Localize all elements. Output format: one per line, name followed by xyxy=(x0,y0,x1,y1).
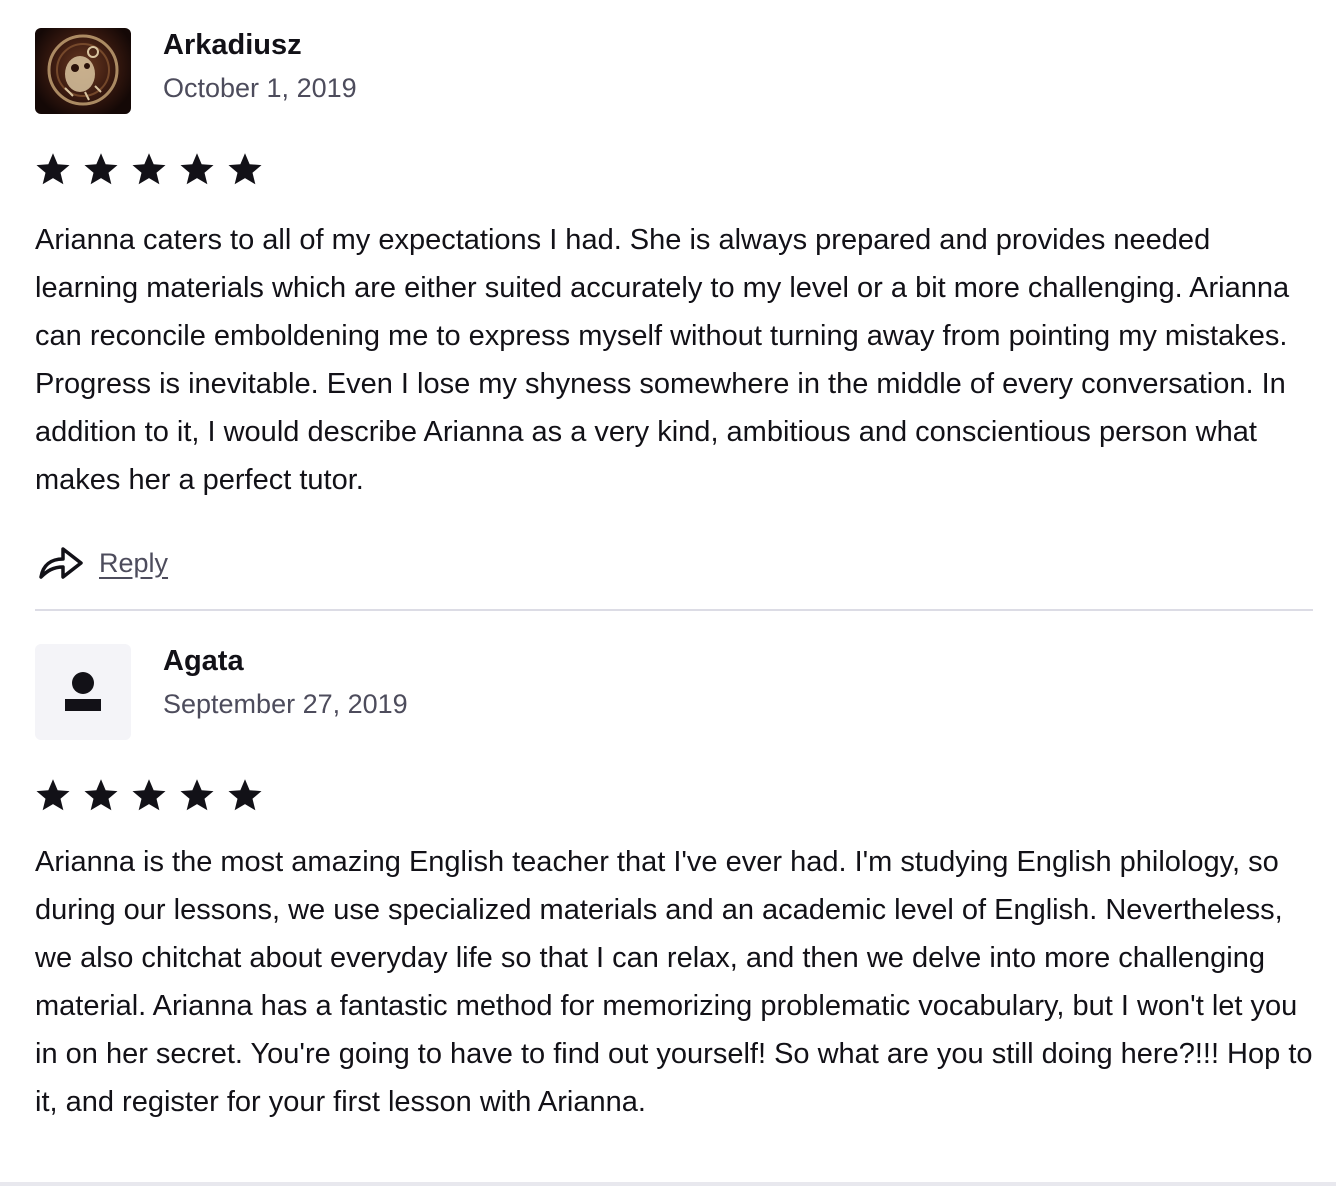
avatar[interactable] xyxy=(35,644,131,740)
star-icon xyxy=(132,779,166,811)
star-rating xyxy=(35,777,1313,819)
review-text: Arianna caters to all of my expectations… xyxy=(35,224,1290,496)
star-rating xyxy=(35,151,1313,193)
review-date: September 27, 2019 xyxy=(163,689,408,719)
star-icon xyxy=(132,153,166,185)
reply-link[interactable]: Reply xyxy=(99,548,168,579)
section-bottom-border xyxy=(0,1182,1336,1186)
review-header: Agata September 27, 2019 xyxy=(35,644,1313,740)
star-icon xyxy=(84,779,118,811)
review-date: October 1, 2019 xyxy=(163,73,357,103)
divider xyxy=(35,609,1313,611)
default-user-icon xyxy=(65,672,101,711)
reply-button[interactable]: Reply xyxy=(35,541,1313,585)
reviewer-name: Agata xyxy=(163,645,244,677)
review-header: Arkadiusz October 1, 2019 xyxy=(35,28,1313,114)
review-card: Arkadiusz October 1, 2019 Arianna caters… xyxy=(35,28,1313,585)
reply-arrow-icon xyxy=(39,547,83,579)
reviewer-name: Arkadiusz xyxy=(163,29,302,61)
star-icon xyxy=(36,779,70,811)
review-card: Agata September 27, 2019 Arianna is the … xyxy=(35,644,1313,1126)
review-text: Arianna is the most amazing English teac… xyxy=(35,846,1313,1118)
star-icon xyxy=(180,779,214,811)
star-icon xyxy=(84,153,118,185)
star-icon xyxy=(36,153,70,185)
user-photo-icon xyxy=(47,34,119,106)
avatar[interactable] xyxy=(35,28,131,114)
star-icon xyxy=(180,153,214,185)
star-icon xyxy=(228,779,262,811)
star-icon xyxy=(228,153,262,185)
